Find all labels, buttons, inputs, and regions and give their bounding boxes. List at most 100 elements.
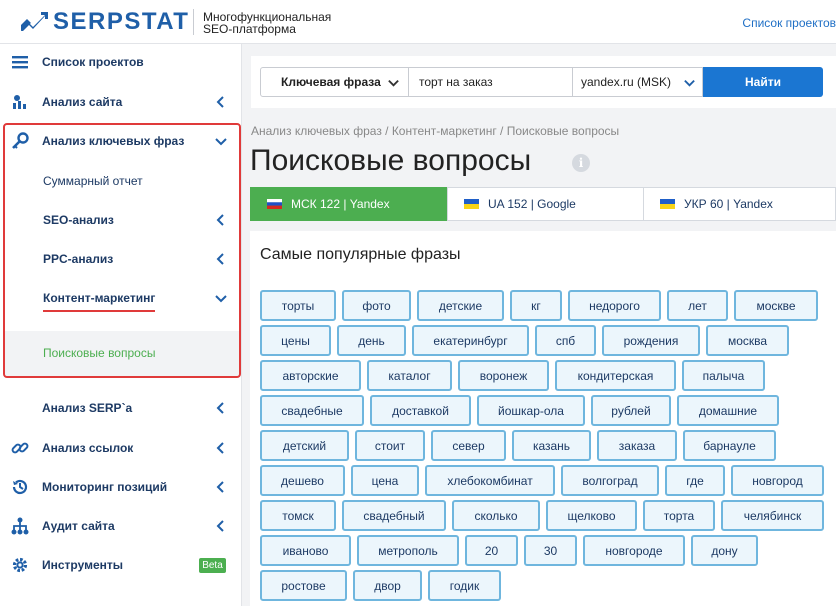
key-icon — [11, 132, 29, 150]
sidebar-subitem-search-questions[interactable]: Поисковые вопросы — [7, 335, 239, 371]
sidebar-item-label: Аудит сайта — [42, 519, 115, 533]
phrase-tag[interactable]: заказа — [597, 430, 677, 461]
tab-ua-google[interactable]: UA 152 | Google — [447, 187, 644, 221]
phrase-tag[interactable]: свадебные — [260, 395, 364, 426]
ukraine-flag-icon — [464, 199, 479, 209]
logo-text: SERPSTAT — [53, 8, 190, 35]
phrase-tag[interactable]: годик — [428, 570, 501, 601]
phrase-tag[interactable]: двор — [353, 570, 422, 601]
phrase-tag[interactable]: авторские — [260, 360, 361, 391]
phrase-tag[interactable]: сколько — [452, 500, 540, 531]
phrase-tag[interactable]: рублей — [591, 395, 671, 426]
find-button[interactable]: Найти — [703, 67, 823, 97]
sidebar-subitem-ppc-analysis[interactable]: PPC-анализ — [7, 241, 239, 277]
phrase-tag[interactable]: метрополь — [357, 535, 459, 566]
gear-icon — [11, 556, 29, 574]
serpstat-logo[interactable]: SERPSTAT — [19, 10, 189, 34]
phrase-tag[interactable]: стоит — [355, 430, 425, 461]
sidebar-item-label: Анализ сайта — [42, 95, 123, 109]
phrase-tag[interactable]: спб — [535, 325, 596, 356]
phrase-tag[interactable]: йошкар-ола — [477, 395, 585, 426]
phrase-tag[interactable]: каталог — [367, 360, 452, 391]
phrase-tag[interactable]: где — [665, 465, 725, 496]
phrase-tag[interactable]: 20 — [465, 535, 518, 566]
russia-flag-icon — [267, 199, 282, 209]
phrase-tag[interactable]: ростове — [260, 570, 347, 601]
tab-label: УКР 60 | Yandex — [684, 197, 773, 211]
sidebar-item-position-monitoring[interactable]: Мониторинг позиций — [0, 469, 242, 505]
chevron-left-icon — [216, 520, 224, 532]
phrase-tag[interactable]: екатеринбург — [412, 325, 529, 356]
chevron-left-icon — [216, 214, 224, 226]
phrase-tag[interactable]: торты — [260, 290, 336, 321]
breadcrumb[interactable]: Анализ ключевых фраз / Контент-маркетинг… — [251, 124, 619, 138]
phrase-tag[interactable]: кг — [510, 290, 562, 321]
sidebar-subitem-summary[interactable]: Суммарный отчет — [7, 163, 239, 199]
phrase-tag[interactable]: свадебный — [342, 500, 446, 531]
phrase-tag[interactable]: цена — [351, 465, 419, 496]
phrase-tag[interactable]: 30 — [524, 535, 577, 566]
phrase-tag[interactable]: дешево — [260, 465, 345, 496]
sidebar-item-site-audit[interactable]: Аудит сайта — [0, 508, 242, 544]
search-input[interactable] — [409, 67, 573, 97]
sidebar-item-label: Суммарный отчет — [43, 174, 143, 188]
phrase-tag[interactable]: день — [337, 325, 406, 356]
sidebar-item-link-analysis[interactable]: Анализ ссылок — [0, 430, 242, 466]
sidebar-item-projects[interactable]: Список проектов — [0, 44, 242, 80]
phrase-tag[interactable]: иваново — [260, 535, 351, 566]
database-select[interactable]: yandex.ru (MSK) — [573, 67, 703, 97]
tagline: Многофункциональная SEO-платформа — [203, 11, 331, 35]
tab-ukr-yandex[interactable]: УКР 60 | Yandex — [643, 187, 836, 221]
phrase-tag[interactable]: щелково — [546, 500, 637, 531]
sidebar-item-label: PPC-анализ — [43, 252, 114, 266]
search-type-select[interactable]: Ключевая фраза — [260, 67, 409, 97]
phrase-tag[interactable]: доставкой — [370, 395, 471, 426]
phrase-tag[interactable]: волгоград — [561, 465, 659, 496]
phrase-tag[interactable]: палыча — [682, 360, 765, 391]
sidebar-item-serp-analysis[interactable]: Анализ SERP`a — [0, 390, 242, 426]
phrase-tag[interactable]: воронеж — [458, 360, 549, 391]
sidebar-item-label: Список проектов — [42, 55, 144, 69]
phrase-tag[interactable]: детский — [260, 430, 349, 461]
phrase-tag[interactable]: томск — [260, 500, 336, 531]
sidebar-item-keyword-analysis[interactable]: Анализ ключевых фраз — [0, 123, 242, 159]
sidebar-subitem-seo-analysis[interactable]: SEO-анализ — [7, 202, 239, 238]
phrase-tag[interactable]: хлебокомбинат — [425, 465, 555, 496]
info-icon[interactable]: i — [572, 154, 590, 172]
phrase-tag[interactable]: казань — [512, 430, 591, 461]
chevron-left-icon — [216, 96, 224, 108]
phrase-tag[interactable]: детские — [417, 290, 504, 321]
phrase-tag[interactable]: новгород — [731, 465, 824, 496]
phrase-tag[interactable]: лет — [667, 290, 728, 321]
phrase-tag[interactable]: москве — [734, 290, 818, 321]
phrase-tag[interactable]: цены — [260, 325, 331, 356]
phrase-tag[interactable]: москва — [706, 325, 789, 356]
chevron-left-icon — [216, 442, 224, 454]
tab-msk-yandex[interactable]: МСК 122 | Yandex — [250, 187, 448, 221]
chevron-down-icon — [388, 79, 399, 87]
header-divider — [193, 9, 194, 35]
tab-label: UA 152 | Google — [488, 197, 576, 211]
site-analysis-icon — [11, 93, 29, 111]
sidebar-item-site-analysis[interactable]: Анализ сайта — [0, 84, 242, 120]
phrase-tag[interactable]: фото — [342, 290, 411, 321]
ukraine-flag-icon — [660, 199, 675, 209]
phrase-tag[interactable]: новгороде — [583, 535, 685, 566]
sidebar-item-label: Анализ ссылок — [42, 441, 134, 455]
sidebar-item-tools[interactable]: Инструменты Beta — [0, 547, 242, 583]
phrase-tag[interactable]: дону — [691, 535, 758, 566]
phrase-tag[interactable]: челябинск — [721, 500, 824, 531]
projects-link[interactable]: Список проектов — [742, 16, 836, 30]
phrase-tag[interactable]: север — [431, 430, 506, 461]
chevron-down-icon — [215, 295, 227, 303]
phrase-tag[interactable]: барнауле — [683, 430, 776, 461]
phrase-tag[interactable]: торта — [643, 500, 715, 531]
phrase-tag[interactable]: кондитерская — [555, 360, 676, 391]
phrase-tag[interactable]: недорого — [568, 290, 661, 321]
chevron-left-icon — [216, 253, 224, 265]
phrase-tag[interactable]: домашние — [677, 395, 779, 426]
database-label: yandex.ru (MSK) — [581, 75, 672, 89]
sidebar-item-label: Инструменты — [42, 558, 124, 572]
chevron-left-icon — [216, 481, 224, 493]
phrase-tag[interactable]: рождения — [602, 325, 700, 356]
